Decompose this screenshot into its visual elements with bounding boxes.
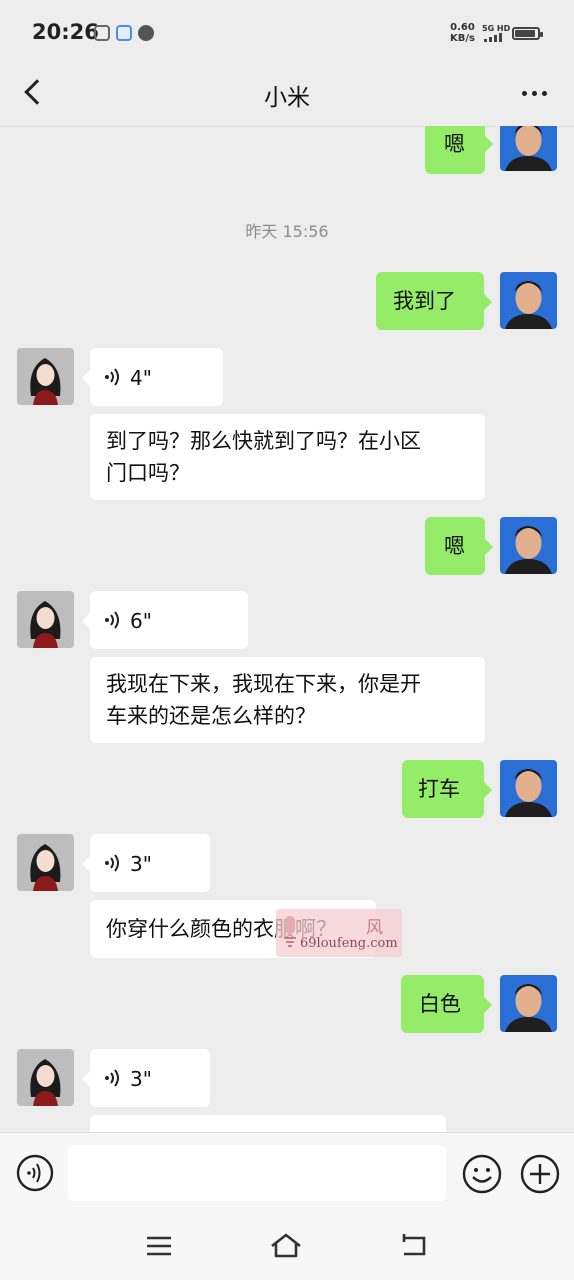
message-text: 打车: [418, 777, 460, 801]
message-text: 白色: [419, 992, 461, 1016]
voice-wave-icon: [105, 1069, 119, 1087]
more-options-button[interactable]: [516, 78, 552, 108]
avatar[interactable]: [17, 348, 74, 405]
avatar[interactable]: [17, 834, 74, 891]
network-speed: 0.60 KB/s: [450, 22, 475, 44]
signal-icon: [484, 33, 502, 42]
message-row: 白色: [0, 975, 574, 1035]
voice-wave-icon: [105, 368, 119, 386]
message-text-line: 我现在下来，我现在下来，你是开: [106, 672, 421, 696]
network-speed-value: 0.60: [450, 22, 475, 33]
chat-title: 小米: [264, 85, 310, 111]
message-input[interactable]: [68, 1145, 446, 1201]
voice-duration: 4": [130, 366, 152, 390]
message-row: 4": [0, 348, 574, 408]
voice-duration: 3": [130, 1067, 152, 1091]
baidu-icon: [94, 25, 110, 41]
message-row: 我到了: [0, 272, 574, 332]
message-row: 3": [0, 834, 574, 894]
message-row: 我现在下来，我现在下来，你是开 车来的还是怎么样的？: [0, 657, 574, 743]
voice-message[interactable]: 4": [82, 348, 223, 406]
message-bubble-partial[interactable]: [90, 1115, 446, 1132]
network-type: 5G HD: [482, 24, 511, 33]
wechat-icon: [138, 25, 154, 41]
home-icon: [271, 1233, 301, 1258]
avatar[interactable]: [500, 126, 557, 171]
voice-input-button[interactable]: [15, 1153, 55, 1193]
emoji-button[interactable]: [461, 1153, 503, 1195]
watermark-logo-icon: [284, 916, 296, 947]
message-bubble[interactable]: 打车: [402, 760, 492, 818]
watermark-glyph: 风: [366, 918, 383, 938]
message-text: 嗯: [444, 534, 465, 558]
battery-icon: [512, 27, 543, 40]
voice-wave-icon: [105, 611, 119, 629]
avatar[interactable]: [17, 1049, 74, 1106]
voice-message[interactable]: 3": [82, 834, 210, 892]
message-bubble[interactable]: 嗯: [425, 517, 493, 575]
message-bubble[interactable]: 到了吗？那么快就到了吗？在小区 门口吗？: [90, 414, 485, 500]
back-icon: [402, 1234, 426, 1256]
status-time: 20:26: [32, 20, 99, 44]
status-app-icons: [94, 25, 154, 41]
system-navigation: [0, 1212, 574, 1280]
message-list[interactable]: 嗯 昨天 15:56 我到了 4" 到了吗？那么快就到了吗？在小区 门口吗？ 嗯…: [0, 126, 574, 1132]
avatar[interactable]: [500, 760, 557, 817]
message-row: 到了吗？那么快就到了吗？在小区 门口吗？: [0, 414, 574, 500]
message-row: 3": [0, 1049, 574, 1109]
message-bubble[interactable]: 我现在下来，我现在下来，你是开 车来的还是怎么样的？: [90, 657, 485, 743]
message-row: 6": [0, 591, 574, 651]
browser-icon: [116, 25, 132, 41]
plus-circle-icon: [520, 1154, 560, 1194]
home-button[interactable]: [268, 1230, 304, 1262]
back-nav-button[interactable]: [396, 1230, 432, 1262]
message-text-line: 到了吗？那么快就到了吗？在小区: [106, 429, 421, 453]
voice-duration: 3": [130, 852, 152, 876]
network-speed-unit: KB/s: [450, 33, 475, 44]
message-text: 我到了: [393, 289, 456, 313]
voice-message[interactable]: 6": [82, 591, 248, 649]
avatar[interactable]: [500, 517, 557, 574]
watermark-text: 69loufeng.com: [300, 936, 398, 951]
watermark: 风 69loufeng.com: [276, 909, 402, 957]
avatar[interactable]: [500, 272, 557, 329]
message-text-line: 门口吗？: [106, 461, 190, 485]
menu-button[interactable]: [141, 1230, 177, 1262]
avatar[interactable]: [17, 591, 74, 648]
message-row: 打车: [0, 760, 574, 820]
add-button[interactable]: [519, 1153, 561, 1195]
message-bubble[interactable]: 我到了: [376, 272, 492, 330]
message-bubble[interactable]: 嗯: [425, 126, 493, 174]
input-bar: [0, 1132, 574, 1213]
message-text-line: 车来的还是怎么样的？: [106, 704, 316, 728]
message-text: 嗯: [444, 132, 465, 156]
timestamp: 昨天 15:56: [245, 222, 329, 241]
emoji-icon: [462, 1154, 502, 1194]
voice-wave-icon: [105, 854, 119, 872]
voice-input-icon: [16, 1154, 54, 1192]
message-bubble[interactable]: 白色: [401, 975, 492, 1033]
chat-header: 小米: [0, 60, 574, 127]
message-row: 嗯: [0, 126, 574, 174]
avatar[interactable]: [500, 975, 557, 1032]
voice-duration: 6": [130, 609, 152, 633]
menu-icon: [147, 1236, 171, 1256]
message-row: 嗯: [0, 517, 574, 577]
status-bar: 20:26 0.60 KB/s 5G HD: [0, 0, 574, 60]
voice-message[interactable]: 3": [82, 1049, 210, 1107]
message-row: [0, 1115, 574, 1132]
